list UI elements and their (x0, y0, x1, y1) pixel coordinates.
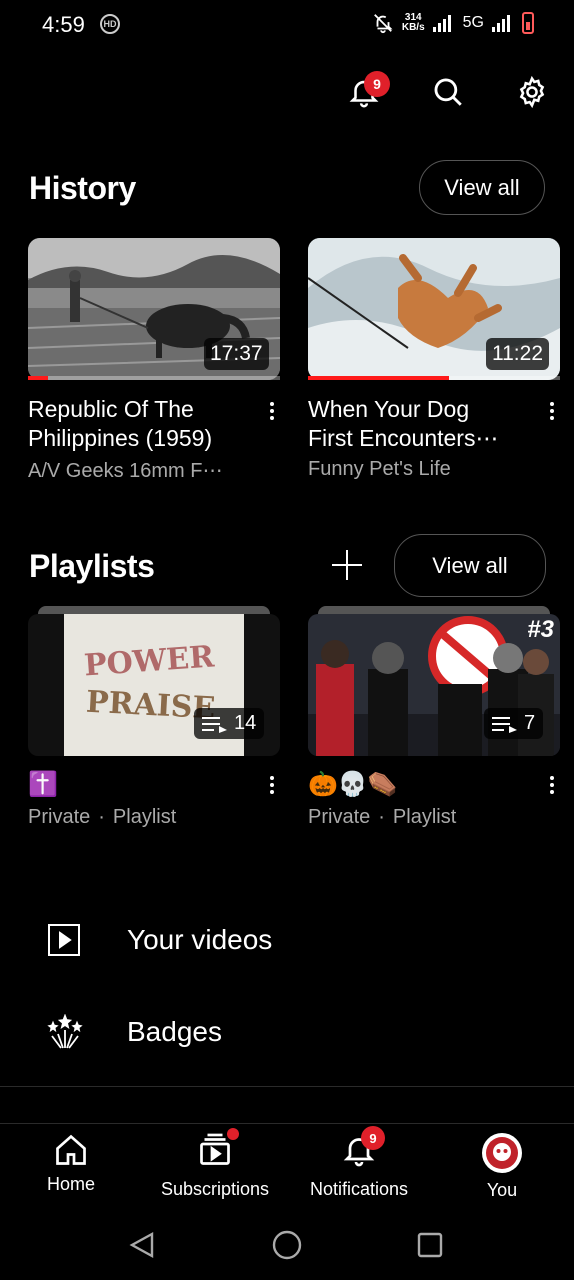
back-triangle-icon[interactable] (128, 1231, 156, 1259)
video-menu-button-1[interactable] (262, 402, 282, 420)
plus-icon (332, 550, 362, 580)
your-videos-item[interactable]: Your videos (0, 908, 574, 972)
new-playlist-button[interactable] (330, 548, 364, 582)
history-title: History (29, 170, 136, 206)
video-duration-2: 11:22 (486, 338, 549, 370)
video-title-2[interactable]: When Your Dog First Encounters⋯ (308, 395, 538, 453)
avatar (482, 1133, 522, 1173)
settings-button[interactable] (512, 72, 552, 112)
search-button[interactable] (428, 72, 468, 112)
video-title-2-line2: First Encounters⋯ (308, 425, 499, 451)
notification-count-badge: 9 (364, 71, 390, 97)
nav-subscriptions[interactable]: Subscriptions (145, 1128, 285, 1200)
status-icons: 314 KB/s 5G (372, 12, 534, 34)
network-type: 5G (462, 14, 484, 31)
home-icon (56, 1134, 86, 1165)
nav-notifications-badge: 9 (361, 1126, 385, 1150)
playlist-type-1: Playlist (112, 806, 177, 828)
playlist-separator-2: · (378, 806, 385, 828)
history-view-all-button[interactable]: View all (419, 160, 545, 215)
sparkle-badge-icon (47, 1014, 83, 1049)
recents-square-icon[interactable] (416, 1231, 444, 1259)
hd-icon: HD (100, 14, 120, 34)
playlist-count-2-value: 7 (524, 712, 536, 734)
playlist-icon (202, 716, 227, 733)
playlist-visibility-1: Private (28, 806, 91, 828)
video-menu-button-2[interactable] (542, 402, 562, 420)
playlist-cover-1-word-1: POWER (82, 639, 216, 684)
home-circle-icon[interactable] (271, 1229, 303, 1261)
nav-you-label: You (486, 1180, 518, 1200)
nav-home-label: Home (46, 1174, 95, 1194)
video-progress-track-1 (28, 376, 280, 380)
video-title-1[interactable]: Republic Of The Philippines (1959) (28, 395, 258, 453)
playlists-title: Playlists (29, 548, 155, 584)
playlist-count-1: 14 (194, 708, 265, 739)
signal-icon (432, 15, 451, 32)
system-nav-bar (0, 1203, 574, 1280)
play-square-icon (48, 924, 80, 956)
playlist-menu-button-2[interactable] (542, 776, 562, 794)
playlist-visibility-2: Private (308, 806, 371, 828)
playlist-count-1-value: 14 (234, 712, 257, 734)
playlist-name-2[interactable]: 🎃💀⚰️ (308, 770, 398, 799)
playlist-separator-1: · (98, 806, 105, 828)
playlist-meta-2: Private · Playlist (308, 806, 456, 829)
playlist-menu-button-1[interactable] (262, 776, 282, 794)
menu-divider (0, 1086, 574, 1087)
video-progress-track-2 (308, 376, 560, 380)
your-videos-label: Your videos (127, 924, 273, 955)
gear-icon (519, 75, 545, 109)
subscriptions-dot (227, 1128, 239, 1140)
video-duration-1: 17:37 (204, 338, 269, 370)
playlist-count-2: 7 (484, 708, 544, 739)
status-time: 4:59 (42, 12, 85, 37)
playlist-cover-2-tag: #3 (527, 616, 554, 643)
playlist-meta-1: Private · Playlist (28, 806, 176, 829)
nav-you[interactable]: You (432, 1132, 572, 1201)
playlists-view-all-button[interactable]: View all (394, 534, 546, 597)
video-title-1-line2: Philippines (1959) (28, 425, 213, 451)
notifications-icon-wrap: 9 (341, 1126, 385, 1173)
nav-home[interactable]: Home (1, 1132, 141, 1195)
video-title-2-line1: When Your Dog (308, 396, 470, 422)
network-speed: 314 KB/s (402, 13, 425, 33)
nav-subscriptions-label: Subscriptions (160, 1179, 270, 1199)
bottom-nav: Home Subscriptions 9 Notifications You (0, 1123, 574, 1204)
nav-notifications[interactable]: 9 Notifications (289, 1126, 429, 1200)
video-channel-2: Funny Pet's Life (308, 458, 451, 480)
video-title-1-line1: Republic Of The (28, 396, 194, 422)
speed-unit: KB/s (401, 22, 425, 33)
subscriptions-icon-wrap (197, 1128, 239, 1173)
bell-off-icon (373, 14, 393, 34)
signal-icon-2 (492, 15, 510, 32)
video-progress-fill-1 (28, 376, 49, 380)
playlist-name-1[interactable]: ✝️ (28, 770, 58, 799)
battery-icon (522, 12, 534, 34)
search-icon (434, 78, 462, 106)
nav-notifications-label: Notifications (309, 1179, 409, 1199)
badges-label: Badges (127, 1016, 222, 1047)
video-progress-fill-2 (308, 376, 450, 380)
playlist-icon (492, 716, 517, 733)
video-channel-1: A/V Geeks 16mm F⋯ (28, 460, 223, 482)
badges-item[interactable]: Badges (0, 1000, 574, 1064)
playlist-type-2: Playlist (392, 806, 457, 828)
